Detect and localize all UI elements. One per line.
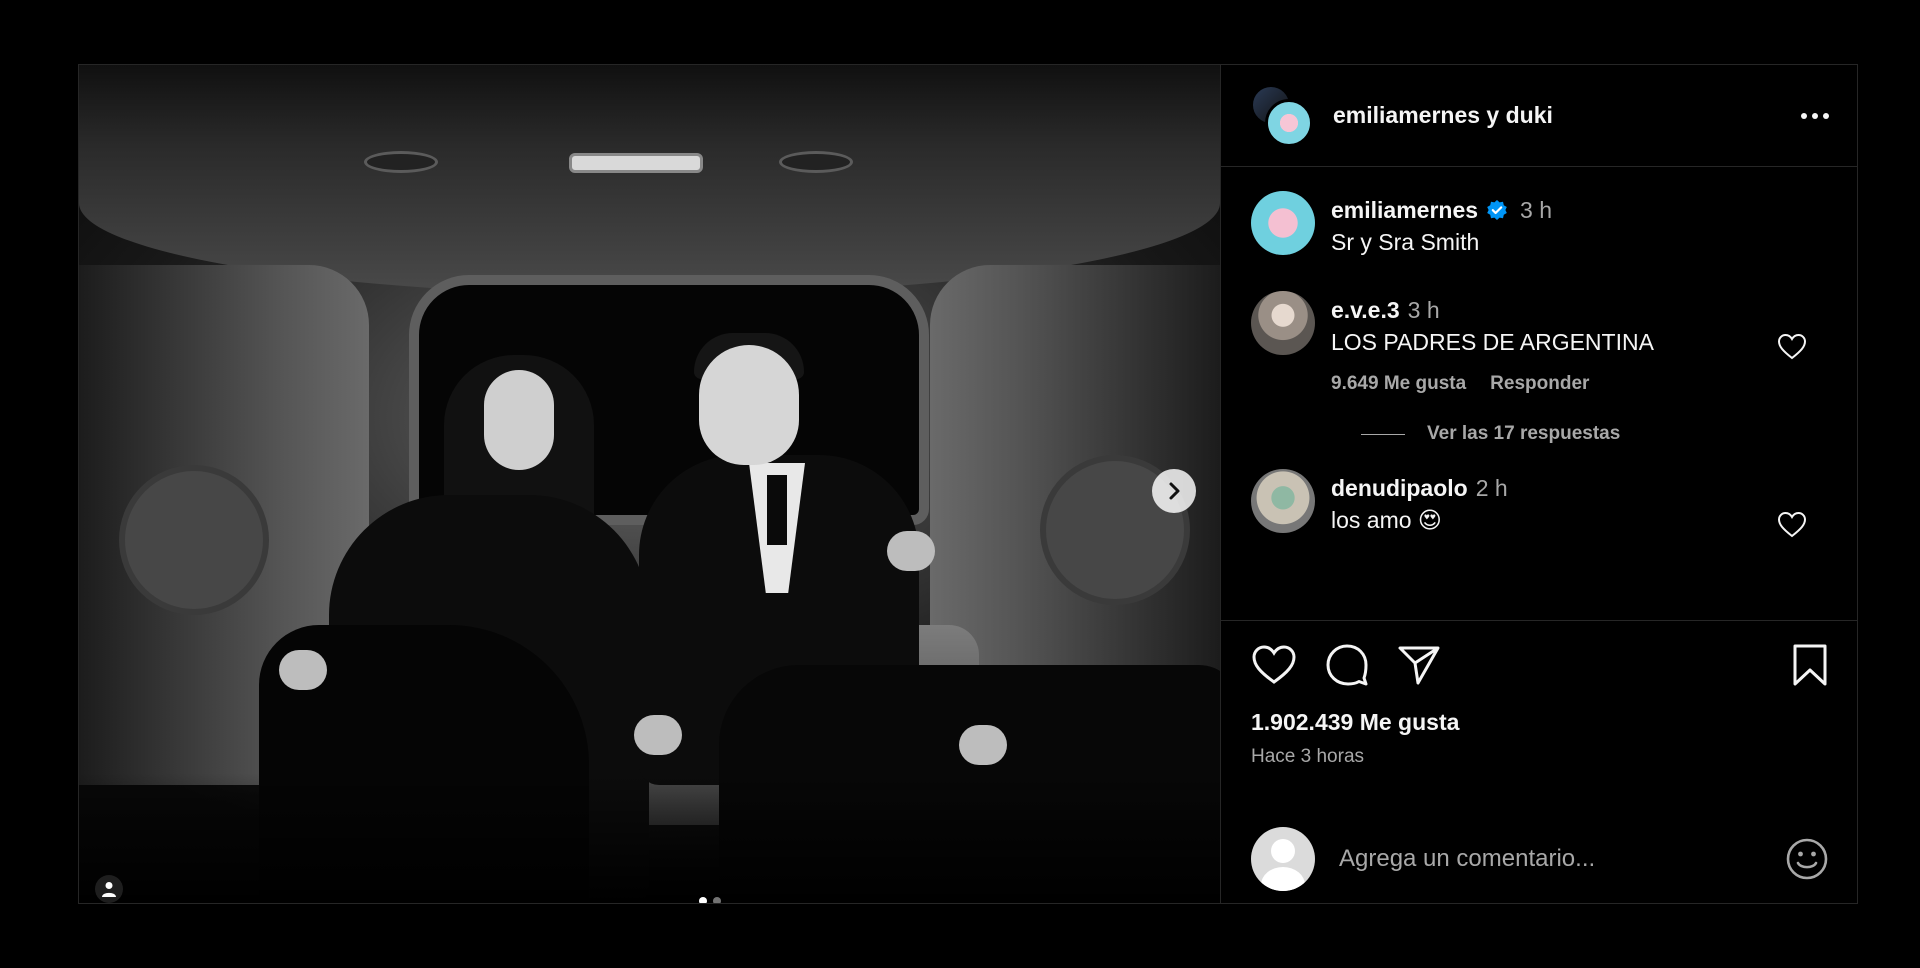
caption: emiliamernes 3 h Sr y Sra Smith <box>1251 191 1829 259</box>
bookmark-icon <box>1793 644 1827 686</box>
like-comment-heart-icon[interactable] <box>1777 511 1807 539</box>
post-timestamp[interactable]: Hace 3 horas <box>1221 736 1857 768</box>
caption-time[interactable]: 3 h <box>1520 197 1552 223</box>
comment-time[interactable]: 2 h <box>1476 475 1508 501</box>
comment-time[interactable]: 3 h <box>1408 297 1440 323</box>
comment-item: e.v.e.3 3 h LOS PADRES DE ARGENTINA 9.649… <box>1251 291 1829 395</box>
smiley-icon <box>1786 838 1828 880</box>
avatar <box>1265 98 1313 147</box>
verified-badge-icon <box>1487 200 1507 220</box>
photo-hand <box>959 725 1007 765</box>
photo-ceiling <box>79 65 1220 295</box>
photo-hand <box>887 531 935 571</box>
more-horizontal-icon <box>1812 112 1818 119</box>
comment-bubble-icon <box>1326 644 1368 686</box>
like-button[interactable] <box>1251 644 1297 686</box>
tagged-users-button[interactable] <box>95 875 123 903</box>
post-side-panel: emiliamernes y duki emiliamernes 3 h Sr y… <box>1221 65 1857 903</box>
comment-item: denudipaolo 2 h los amo 😍 <box>1251 469 1829 539</box>
paper-plane-icon <box>1398 646 1440 685</box>
comment-button[interactable] <box>1325 643 1369 687</box>
comment-username[interactable]: denudipaolo <box>1331 475 1468 501</box>
photo-man-head <box>699 345 799 465</box>
post-actions <box>1221 621 1857 687</box>
carousel-indicator <box>699 897 721 903</box>
post-header: emiliamernes y duki <box>1221 65 1857 167</box>
user-icon <box>102 882 116 897</box>
heart-icon <box>1252 645 1296 684</box>
reply-button[interactable]: Responder <box>1490 373 1589 395</box>
more-horizontal-icon <box>1823 112 1829 119</box>
comment-username[interactable]: e.v.e.3 <box>1331 297 1400 323</box>
comment-likes[interactable]: 9.649 Me gusta <box>1331 373 1466 395</box>
view-replies-label: Ver las 17 respuestas <box>1427 423 1621 444</box>
avatar[interactable] <box>1251 291 1315 355</box>
comment-text: LOS PADRES DE ARGENTINA <box>1331 329 1654 355</box>
photo-hand <box>279 650 327 690</box>
post-photo[interactable] <box>79 65 1221 903</box>
photo-hand <box>634 715 682 755</box>
post-modal: emiliamernes y duki emiliamernes 3 h Sr y… <box>78 64 1858 904</box>
photo-ceiling-light <box>779 151 853 173</box>
emoji-picker-button[interactable] <box>1785 837 1829 881</box>
chevron-right-icon <box>1169 482 1180 500</box>
next-photo-button[interactable] <box>1152 469 1196 513</box>
comments-list[interactable]: emiliamernes 3 h Sr y Sra Smith e.v.e.3 3 … <box>1221 167 1857 621</box>
photo-floor-shadow <box>79 773 1220 903</box>
comment-input[interactable] <box>1339 845 1785 873</box>
photo-man-tie <box>767 475 787 545</box>
add-comment-bar <box>1221 815 1857 903</box>
photo-ceiling-light <box>569 153 703 173</box>
like-comment-heart-icon[interactable] <box>1777 333 1807 361</box>
more-options-button[interactable] <box>1789 101 1829 131</box>
view-replies-button[interactable]: Ver las 17 respuestas <box>1361 423 1829 445</box>
caption-username[interactable]: emiliamernes <box>1331 197 1478 223</box>
replies-line <box>1361 433 1405 435</box>
avatar[interactable] <box>1251 469 1315 533</box>
photo-door-speaker <box>119 465 269 615</box>
avatar[interactable] <box>1251 191 1315 255</box>
collab-avatars[interactable] <box>1251 84 1313 147</box>
save-button[interactable] <box>1791 643 1829 687</box>
carousel-dot <box>699 897 707 903</box>
comment-text: los amo 😍 <box>1331 507 1442 533</box>
caption-text: Sr y Sra Smith <box>1331 229 1480 255</box>
photo-woman-face <box>484 370 554 470</box>
current-user-avatar <box>1251 827 1315 891</box>
photo-ceiling-light <box>364 151 438 173</box>
carousel-dot <box>713 897 721 903</box>
likes-count[interactable]: 1.902.439 Me gusta <box>1221 687 1857 736</box>
post-authors[interactable]: emiliamernes y duki <box>1333 102 1789 129</box>
share-button[interactable] <box>1397 644 1441 686</box>
more-horizontal-icon <box>1801 112 1807 119</box>
